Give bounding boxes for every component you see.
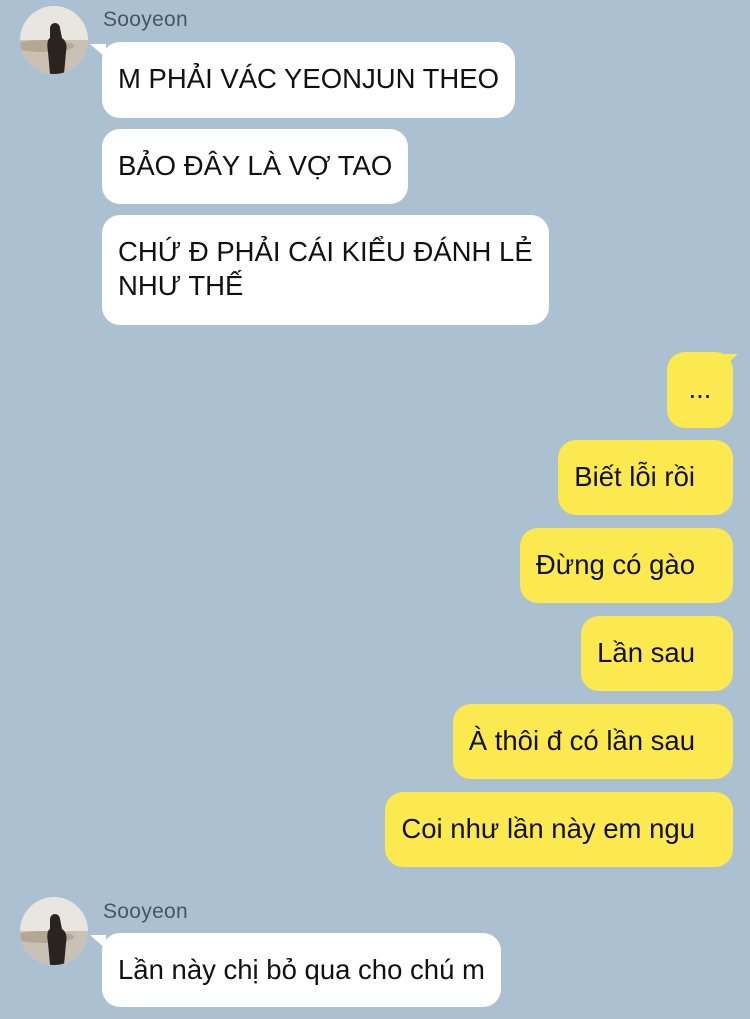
- message-bubble-outgoing[interactable]: Lần sau: [581, 616, 733, 691]
- message-bubble-outgoing[interactable]: ...: [667, 352, 733, 428]
- sender-avatar[interactable]: [20, 897, 88, 965]
- message-bubble-outgoing[interactable]: À thôi đ có lần sau: [452, 704, 733, 779]
- message-bubble-incoming[interactable]: Lần này chị bỏ qua cho chú m: [102, 933, 501, 1007]
- message-bubble-incoming[interactable]: CHỨ Đ PHẢI CÁI KIỂU ĐÁNH LẺ NHƯ THẾ: [102, 215, 549, 325]
- profile-photo-avatar-icon: [20, 897, 88, 965]
- message-bubble-incoming[interactable]: BẢO ĐÂY LÀ VỢ TAO: [102, 129, 409, 204]
- message-bubble-outgoing[interactable]: Biết lỗi rồi: [558, 440, 733, 515]
- sender-name: Sooyeon: [103, 900, 189, 923]
- message-bubble-outgoing[interactable]: Coi như lần này em ngu: [385, 792, 733, 867]
- profile-photo-avatar-icon: [20, 6, 88, 74]
- sender-avatar[interactable]: [20, 6, 88, 74]
- message-bubble-outgoing[interactable]: Đừng có gào: [519, 528, 733, 603]
- sender-name: Sooyeon: [103, 8, 189, 31]
- message-bubble-incoming[interactable]: M PHẢI VÁC YEONJUN THEO: [102, 42, 515, 118]
